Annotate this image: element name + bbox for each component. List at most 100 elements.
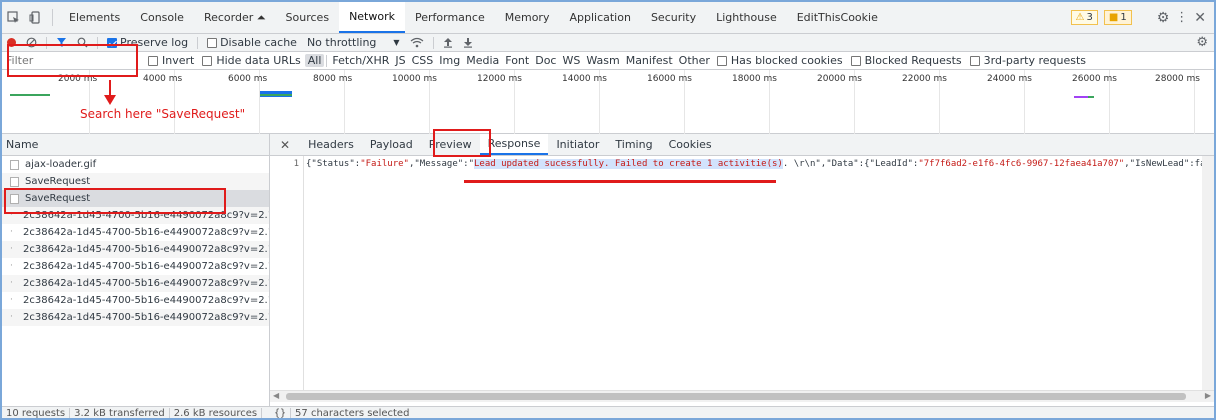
type-filter-fetch-xhr[interactable]: Fetch/XHR — [329, 54, 392, 67]
response-status-bar: {} 57 characters selected — [270, 406, 1214, 419]
hide-data-urls-label: Hide data URLs — [216, 54, 301, 67]
tab-timing[interactable]: Timing — [607, 134, 660, 155]
warnings-badge[interactable]: ⚠ 3 — [1070, 10, 1098, 25]
tab-network[interactable]: Network — [339, 2, 405, 33]
code-segment: {"Status": — [306, 159, 361, 169]
tab-console[interactable]: Console — [130, 2, 194, 33]
pretty-print-button[interactable]: {} — [270, 408, 292, 418]
gear-icon[interactable]: ⚙ — [1157, 10, 1170, 26]
network-summary-bar: 10 requests 3.2 kB transferred 2.6 kB re… — [2, 406, 270, 418]
close-detail-icon[interactable]: ✕ — [270, 134, 300, 155]
tab-cookies[interactable]: Cookies — [661, 134, 720, 155]
type-filter-manifest[interactable]: Manifest — [623, 54, 676, 67]
invert-checkbox[interactable] — [148, 55, 158, 66]
issue-icon: ■ — [1108, 12, 1119, 23]
tab-recorder[interactable]: Recorder ⏶ — [194, 2, 276, 33]
has-blocked-cookies-checkbox[interactable] — [716, 55, 727, 66]
highlighted-message: Lead updated sucessfully. Failed to crea… — [474, 159, 783, 169]
network-overview[interactable]: 2000 ms 4000 ms 6000 ms 8000 ms 10000 ms… — [2, 70, 1214, 134]
request-row[interactable]: · 2c38642a-1d45-4700-5b16-e4490072a8c9?v=… — [2, 292, 269, 309]
annotation-arrow-icon — [104, 80, 116, 105]
request-row[interactable]: · 2c38642a-1d45-4700-5b16-e4490072a8c9?v=… — [2, 241, 269, 258]
disable-cache-label: Disable cache — [220, 36, 297, 49]
horizontal-scrollbar[interactable]: ◀ ▶ — [270, 390, 1214, 402]
type-filter-doc[interactable]: Doc — [532, 54, 559, 67]
tab-memory[interactable]: Memory — [495, 2, 560, 33]
request-row[interactable]: · 2c38642a-1d45-4700-5b16-e4490072a8c9?v=… — [2, 309, 269, 326]
request-row[interactable]: ajax-loader.gif — [2, 156, 269, 173]
invert-label: Invert — [162, 54, 195, 67]
third-party-checkbox[interactable] — [969, 55, 980, 66]
issues-badge[interactable]: ■ 1 — [1103, 10, 1132, 25]
tab-performance[interactable]: Performance — [405, 2, 495, 33]
filter-divider — [326, 54, 328, 67]
overview-tick: 16000 ms — [647, 74, 692, 84]
script-file-icon: · — [10, 278, 13, 288]
devtools-window: Elements Console Recorder ⏶ Sources Netw… — [0, 0, 1216, 420]
request-name: ajax-loader.gif — [25, 159, 97, 170]
hide-data-urls-toggle[interactable]: Hide data URLs — [198, 54, 304, 67]
request-list-header[interactable]: Name — [2, 134, 270, 156]
scroll-left-icon[interactable]: ◀ — [273, 391, 279, 400]
type-filter-media[interactable]: Media — [463, 54, 502, 67]
script-file-icon: · — [10, 261, 13, 271]
close-icon[interactable]: ✕ — [1194, 10, 1206, 26]
request-name: 2c38642a-1d45-4700-5b16-e4490072a8c9?v=2… — [23, 227, 269, 238]
request-name: 2c38642a-1d45-4700-5b16-e4490072a8c9?v=2… — [23, 244, 269, 255]
tab-lighthouse[interactable]: Lighthouse — [706, 2, 787, 33]
has-blocked-cookies-label: Has blocked cookies — [730, 54, 843, 67]
request-detail-tabs: ✕ Headers Payload Preview Response Initi… — [270, 134, 1214, 156]
overview-tick: 26000 ms — [1072, 74, 1117, 84]
more-menu-icon[interactable]: ⋮ — [1175, 10, 1188, 25]
type-filter-wasm[interactable]: Wasm — [583, 54, 622, 67]
tab-payload[interactable]: Payload — [362, 134, 421, 155]
type-filter-js[interactable]: JS — [392, 54, 408, 67]
vertical-scrollbar[interactable] — [1202, 156, 1214, 390]
request-row[interactable]: · 2c38642a-1d45-4700-5b16-e4490072a8c9?v=… — [2, 275, 269, 292]
overview-request-bar — [260, 94, 292, 96]
overview-request-bar — [1088, 96, 1094, 98]
blocked-requests-toggle[interactable]: Blocked Requests — [847, 54, 966, 67]
request-name: 2c38642a-1d45-4700-5b16-e4490072a8c9?v=2… — [23, 278, 269, 289]
scrollbar-thumb[interactable] — [286, 393, 1186, 400]
invert-toggle[interactable]: Invert — [144, 54, 198, 67]
type-filter-img[interactable]: Img — [436, 54, 463, 67]
disable-cache-checkbox[interactable] — [207, 37, 218, 48]
device-toolbar-icon[interactable] — [24, 2, 46, 33]
third-party-toggle[interactable]: 3rd-party requests — [966, 54, 1090, 67]
tab-editthiscookie[interactable]: EditThisCookie — [787, 2, 888, 33]
network-settings-gear-icon[interactable]: ⚙ — [1196, 35, 1208, 50]
selection-info: 57 characters selected — [295, 408, 410, 419]
export-har-button[interactable] — [458, 37, 478, 48]
network-toolbar: Preserve log Disable cache No throttling… — [2, 34, 1214, 52]
tab-headers[interactable]: Headers — [300, 134, 362, 155]
request-row[interactable]: · 2c38642a-1d45-4700-5b16-e4490072a8c9?v=… — [2, 258, 269, 275]
tab-security[interactable]: Security — [641, 2, 706, 33]
disable-cache-toggle[interactable]: Disable cache — [202, 36, 302, 49]
name-column-header[interactable]: Name — [6, 138, 38, 151]
image-file-icon — [10, 159, 19, 170]
response-body[interactable]: 1 {"Status":"Failure","Message":"Lead up… — [270, 156, 1214, 390]
type-filter-ws[interactable]: WS — [559, 54, 583, 67]
type-filter-other[interactable]: Other — [676, 54, 713, 67]
tab-sources[interactable]: Sources — [276, 2, 340, 33]
script-file-icon: · — [10, 227, 13, 237]
request-row[interactable]: · 2c38642a-1d45-4700-5b16-e4490072a8c9?v=… — [2, 224, 269, 241]
tab-initiator[interactable]: Initiator — [548, 134, 607, 155]
has-blocked-cookies-toggle[interactable]: Has blocked cookies — [713, 54, 847, 67]
blocked-requests-checkbox[interactable] — [850, 55, 861, 66]
inspect-element-icon[interactable] — [2, 2, 24, 33]
throttling-select[interactable]: No throttling ▼ — [302, 36, 405, 49]
network-conditions-button[interactable] — [405, 37, 429, 48]
scroll-right-icon[interactable]: ▶ — [1205, 391, 1211, 400]
type-filter-css[interactable]: CSS — [409, 54, 437, 67]
tab-application[interactable]: Application — [559, 2, 640, 33]
document-file-icon — [10, 176, 19, 187]
type-filter-font[interactable]: Font — [502, 54, 532, 67]
response-code-line[interactable]: {"Status":"Failure","Message":"Lead upda… — [306, 159, 1214, 169]
type-filter-all[interactable]: All — [304, 54, 325, 67]
line-gutter: 1 — [270, 156, 304, 390]
hide-data-urls-checkbox[interactable] — [202, 55, 213, 66]
tab-elements[interactable]: Elements — [59, 2, 130, 33]
import-har-button[interactable] — [438, 37, 458, 48]
